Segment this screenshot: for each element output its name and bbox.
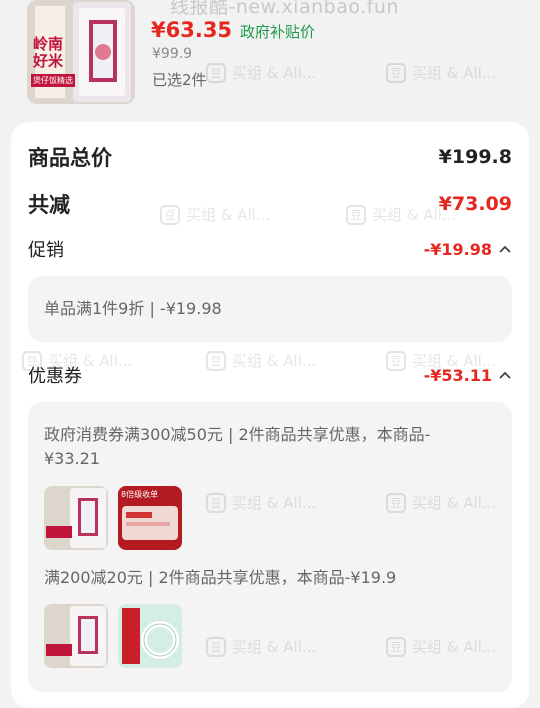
total-row: 商品总价 ¥199.8 [28,142,512,172]
price-detail-card: 商品总价 ¥199.8 共减 ¥73.09 促销 -¥19.98 单品满1件9折… [11,122,529,708]
rice-product-thumb [44,486,108,550]
coupon-value-wrap: -¥53.11 [424,366,512,385]
reduce-value: ¥73.09 [438,193,512,215]
coupon1-text: 政府消费券满300减50元 | 2件商品共享优惠，本商品-¥33.21 [44,425,431,468]
promo-detail-box: 单品满1件9折 | -¥19.98 [28,276,512,342]
promo-label: 促销 [28,240,64,261]
coupon2-text: 满200减20元 | 2件商品共享优惠，本商品-¥19.9 [44,568,397,587]
subsidy-label: 政府补贴价 [240,23,316,41]
current-price: ¥63.35 [151,18,233,42]
tape-product-thumb [118,604,182,668]
thumb-text-3: 煲仔饭精选 [31,74,75,87]
total-label: 商品总价 [28,146,112,170]
coupon-row[interactable]: 优惠券 -¥53.11 [28,362,512,388]
chevron-up-icon[interactable] [498,242,512,256]
coupon-label: 优惠券 [28,366,82,387]
coupon-value: -¥53.11 [423,365,492,385]
promo-row[interactable]: 促销 -¥19.98 [28,236,512,262]
total-value: ¥199.8 [438,146,512,168]
promo-card-thumb: 8倍级收单 [118,486,182,550]
coupon-detail-box: 政府消费券满300减50元 | 2件商品共享优惠，本商品-¥33.21 8倍级收… [28,402,512,692]
rice-product-thumb-2 [44,604,108,668]
reduce-label: 共减 [28,193,70,217]
coupon1-thumbs: 8倍级收单 [44,486,182,550]
original-price: ¥99.9 [152,46,193,62]
promo-value: -¥19.98 [423,239,492,259]
price-line: ¥63.35 政府补贴价 [151,18,315,42]
product-header: 线报酷-new.xianbao.fun 岭南 好米 煲仔饭精选 ¥63.35 政… [0,0,540,122]
thumb-text-1: 岭南 [33,35,64,53]
promo-detail: 单品满1件9折 | -¥19.98 [44,299,222,318]
promo-value-wrap: -¥19.98 [424,240,512,259]
coupon2-thumbs [44,604,182,668]
thumb-text-2: 好米 [33,52,64,70]
promo-thumb-caption: 8倍级收单 [121,490,159,499]
chevron-up-icon[interactable] [498,368,512,382]
product-thumbnail[interactable]: 岭南 好米 煲仔饭精选 [27,0,135,104]
selected-count: 已选2件 [152,71,207,89]
watermark-text: 线报酷-new.xianbao.fun [170,0,399,18]
reduce-row: 共减 ¥73.09 [28,189,512,219]
